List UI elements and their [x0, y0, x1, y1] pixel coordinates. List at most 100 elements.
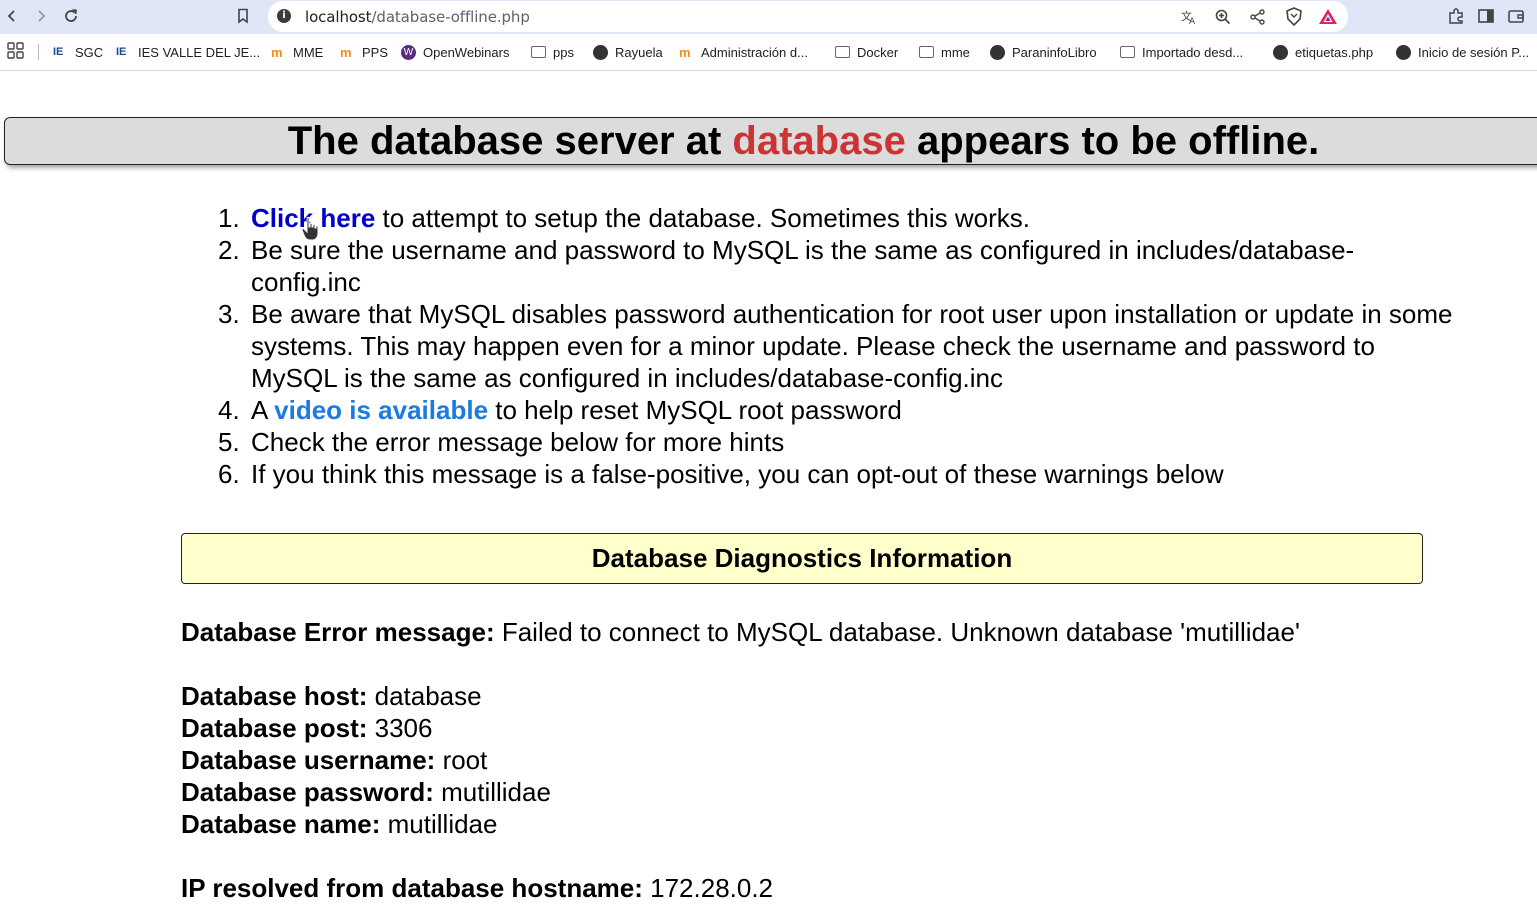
- extensions-button[interactable]: [1444, 4, 1468, 28]
- url-host: localhost: [305, 8, 372, 26]
- list-item: 1. Click here to attempt to setup the da…: [218, 202, 1458, 234]
- list-number: 5.: [218, 427, 240, 457]
- moodle-icon: m: [271, 44, 283, 60]
- ip-resolved-row: IP resolved from database hostname: 172.…: [181, 872, 773, 904]
- db-port-value: 3306: [367, 713, 433, 743]
- list-number: 1.: [218, 203, 240, 233]
- db-host-value: database: [367, 681, 482, 711]
- ies-icon: IE: [53, 45, 64, 58]
- bookmark-label: MME: [293, 44, 324, 60]
- list-number: 3.: [218, 299, 240, 329]
- list-number: 6.: [218, 459, 240, 489]
- bookmark-label: Docker: [857, 44, 899, 60]
- globe-icon: [1396, 44, 1411, 60]
- db-username-row: Database username: root: [181, 744, 487, 776]
- sidebar-button[interactable]: [1474, 4, 1498, 28]
- globe-icon: [593, 44, 608, 60]
- bookmark-item[interactable]: Docker: [835, 43, 898, 61]
- zoom-icon[interactable]: [1212, 6, 1234, 28]
- step-text: Be aware that MySQL disables password au…: [251, 299, 1453, 393]
- site-info-icon[interactable]: i: [277, 9, 291, 23]
- bookmark-item[interactable]: Inicio de sesión P...: [1396, 43, 1529, 61]
- ip-resolved-label: IP resolved from database hostname:: [181, 873, 643, 903]
- apps-grid-icon: [7, 42, 24, 59]
- diagnostics-header: Database Diagnostics Information: [181, 533, 1423, 584]
- address-bar[interactable]: i localhost/database-offline.php 文A: [268, 1, 1348, 32]
- bookmarks-divider: [38, 44, 39, 60]
- bookmark-item[interactable]: ParaninfoLibro: [990, 43, 1097, 61]
- db-username-value: root: [435, 745, 488, 775]
- wallet-button[interactable]: [1504, 4, 1528, 28]
- bookmark-item[interactable]: etiquetas.php: [1273, 43, 1373, 61]
- bookmark-label: Inicio de sesión P...: [1418, 44, 1530, 60]
- db-name-label: Database name:: [181, 809, 381, 839]
- bookmark-label: etiquetas.php: [1295, 44, 1374, 60]
- folder-icon: [835, 46, 850, 58]
- list-item: 2. Be sure the username and password to …: [218, 234, 1458, 298]
- bookmark-label: mme: [941, 44, 970, 60]
- folder-icon: [531, 46, 546, 58]
- step-text: to attempt to setup the database. Someti…: [375, 203, 1030, 233]
- wallet-icon: [1508, 10, 1524, 23]
- bookmark-item[interactable]: IE IES VALLE DEL JE...: [116, 43, 260, 61]
- list-number: 2.: [218, 235, 240, 265]
- db-port-row: Database post: 3306: [181, 712, 432, 744]
- error-message-row: Database Error message: Failed to connec…: [181, 616, 1300, 648]
- list-item: 6. If you think this message is a false-…: [218, 458, 1458, 490]
- error-message-value: Failed to connect to MySQL database. Unk…: [494, 617, 1300, 647]
- title-host: database: [732, 119, 906, 163]
- apps-button[interactable]: [7, 42, 25, 60]
- folder-icon: [1120, 46, 1135, 58]
- list-item: 4. A video is available to help reset My…: [218, 394, 1458, 426]
- svg-text:A: A: [1189, 17, 1196, 26]
- step-text: Check the error message below for more h…: [251, 427, 785, 457]
- bookmark-item[interactable]: pps: [531, 43, 574, 61]
- chevron-left-icon: [7, 10, 15, 22]
- globe-icon: [990, 44, 1005, 60]
- bookmark-page-button[interactable]: [231, 4, 255, 28]
- db-username-label: Database username:: [181, 745, 436, 775]
- bookmark-item[interactable]: IE SGC: [53, 43, 103, 61]
- bookmark-label: pps: [553, 44, 574, 60]
- video-link[interactable]: video is available: [274, 395, 488, 425]
- bookmark-item[interactable]: Importado desd...: [1120, 43, 1243, 61]
- share-icon[interactable]: [1247, 6, 1269, 28]
- reload-button[interactable]: [59, 4, 83, 28]
- list-item: 5. Check the error message below for mor…: [218, 426, 1458, 458]
- browser-toolbar: i localhost/database-offline.php 文A: [0, 0, 1537, 34]
- bookmark-item[interactable]: mme: [919, 43, 970, 61]
- bookmark-label: PPS: [362, 44, 389, 60]
- puzzle-icon: [1449, 8, 1463, 24]
- step-text-before: A: [251, 395, 275, 425]
- back-button[interactable]: [0, 4, 24, 28]
- db-password-row: Database password: mutillidae: [181, 776, 551, 808]
- brave-rewards-icon[interactable]: [1317, 6, 1339, 28]
- bookmark-label: Importado desd...: [1142, 44, 1244, 60]
- bookmark-item[interactable]: m MME: [271, 43, 323, 61]
- bookmark-item[interactable]: m Administración d...: [679, 43, 808, 61]
- db-name-row: Database name: mutillidae: [181, 808, 497, 840]
- moodle-icon: m: [340, 44, 352, 60]
- hand-cursor-icon: [301, 216, 319, 241]
- forward-button[interactable]: [29, 4, 53, 28]
- list-item: 3. Be aware that MySQL disables password…: [218, 298, 1458, 394]
- bookmark-item[interactable]: m PPS: [340, 43, 388, 61]
- db-host-row: Database host: database: [181, 680, 482, 712]
- bookmark-label: SGC: [75, 44, 104, 60]
- ies-icon: IE: [116, 45, 127, 58]
- reload-icon: [65, 9, 78, 22]
- bookmark-item[interactable]: Rayuela: [593, 43, 663, 61]
- chevron-right-icon: [38, 10, 46, 22]
- brave-shield-icon[interactable]: [1283, 6, 1305, 28]
- folder-icon: [919, 46, 934, 58]
- translate-icon[interactable]: 文A: [1178, 6, 1200, 28]
- page-title: The database server at database appears …: [5, 118, 1537, 164]
- bookmark-item[interactable]: W OpenWebinars: [401, 43, 509, 61]
- db-host-label: Database host:: [181, 681, 368, 711]
- bookmark-label: IES VALLE DEL JE...: [138, 44, 261, 60]
- title-suffix: appears to be offline.: [905, 119, 1320, 163]
- globe-icon: [1273, 44, 1288, 60]
- url-path: /database-offline.php: [371, 8, 530, 26]
- url-text[interactable]: localhost/database-offline.php: [305, 8, 530, 26]
- bookmark-label: OpenWebinars: [423, 44, 510, 60]
